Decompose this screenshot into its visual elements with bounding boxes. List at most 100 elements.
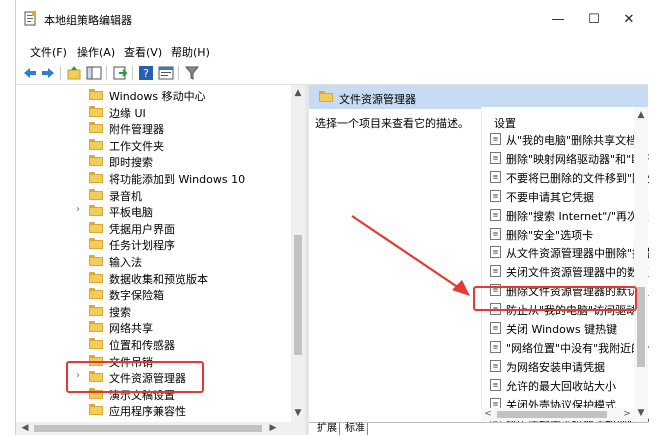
tree-item[interactable]: 网络共享	[16, 319, 281, 335]
scroll-up-icon[interactable]: ▲	[291, 87, 305, 100]
scroll-thumb[interactable]	[497, 411, 607, 418]
tree-horizontal-scrollbar[interactable]: ◀ ▶	[16, 422, 305, 435]
scroll-right-icon[interactable]: ▶	[266, 422, 280, 435]
settings-column-header[interactable]: 设置	[494, 115, 516, 131]
export-icon[interactable]	[112, 65, 128, 81]
setting-row[interactable]: ≡ 删除"搜索 Internet"/"再次搜索"	[490, 207, 649, 223]
tree-item-label: Windows 移动中心	[109, 90, 206, 103]
tree-item[interactable]: 应用程序兼容性	[16, 402, 281, 418]
scroll-up-icon[interactable]: ▲	[634, 109, 648, 122]
settings-pane-title: 文件资源管理器	[339, 93, 416, 106]
scroll-left-icon[interactable]: ◀	[18, 422, 32, 435]
setting-row[interactable]: ≡ 从文件资源管理器中删除"搜索"	[490, 244, 649, 260]
policy-setting-icon: ≡	[490, 378, 501, 391]
policy-setting-icon: ≡	[490, 322, 501, 334]
scroll-thumb[interactable]	[294, 235, 302, 355]
filter-icon[interactable]	[184, 65, 200, 81]
tree-item[interactable]: 附件管理器	[16, 120, 281, 136]
policy-setting-icon: ≡	[490, 265, 501, 278]
tab-standard[interactable]: 标准	[343, 423, 368, 435]
settings-vertical-scrollbar[interactable]: ▲ ▼	[634, 107, 648, 422]
minimize-button[interactable]: —	[548, 10, 568, 30]
help-icon[interactable]: ?	[138, 65, 154, 81]
scroll-thumb[interactable]	[637, 287, 645, 367]
folder-icon	[89, 221, 103, 233]
setting-row[interactable]: ≡ 关闭文件资源管理器中的数值排序	[490, 263, 649, 279]
tree-item[interactable]: 录音机	[16, 187, 281, 203]
setting-row[interactable]: ≡ 删除"映射网络驱动器"和"断开网	[490, 150, 649, 166]
folder-icon	[89, 122, 103, 134]
app-icon	[24, 11, 36, 26]
scroll-down-icon[interactable]: ▼	[291, 407, 305, 420]
setting-label: 从文件资源管理器中删除"搜索"	[506, 247, 649, 261]
setting-label: 不要将已删除的文件移到"回收站	[506, 171, 649, 185]
folder-icon	[89, 188, 103, 200]
back-icon[interactable]	[22, 65, 38, 81]
menu-help[interactable]: 帮助(H)	[171, 44, 210, 60]
menu-action[interactable]: 操作(A)	[77, 44, 115, 60]
window-title: 本地组策略编辑器	[44, 14, 132, 27]
folder-icon	[89, 238, 103, 250]
setting-row[interactable]: ≡ 允许的最大回收站大小	[490, 377, 649, 393]
setting-label: 删除"搜索 Internet"/"再次搜索"	[506, 209, 649, 223]
setting-row[interactable]: ≡ 不要申请其它凭据	[490, 188, 649, 204]
tree-item[interactable]: 工作文件夹	[16, 137, 281, 153]
folder-icon	[89, 155, 103, 167]
scroll-thumb[interactable]	[34, 425, 262, 432]
setting-label: 关闭文件资源管理器中的数值排序	[506, 266, 649, 280]
folder-icon	[89, 271, 103, 283]
tree-item[interactable]: 位置和传感器	[16, 336, 281, 352]
tree-item[interactable]: 边缘 UI	[16, 104, 281, 120]
setting-label: 不要申请其它凭据	[506, 190, 594, 204]
menu-file[interactable]: 文件(F)	[30, 44, 67, 60]
tree-item[interactable]: Windows 移动中心	[16, 87, 281, 103]
tree-item-label: 附件管理器	[109, 123, 164, 137]
settings-list: 设置 ≡ 从"我的电脑"删除共享文档 ≡ 删除"映射网络驱动器"和"断开网 ≡ 不要将已删…	[481, 107, 649, 422]
folder-icon	[89, 205, 103, 217]
tree-item-label: 搜索	[109, 305, 131, 319]
close-button[interactable]: ✕	[619, 10, 639, 30]
tree-item[interactable]: 搜索	[16, 303, 281, 319]
chevron-right-icon[interactable]: ›	[76, 204, 80, 215]
folder-icon	[89, 172, 103, 183]
tree-item[interactable]: 即时搜索	[16, 153, 281, 169]
menu-view[interactable]: 查看(V)	[124, 44, 162, 60]
setting-row[interactable]: ≡ 从"我的电脑"删除共享文档	[490, 131, 649, 147]
policy-setting-icon: ≡	[490, 208, 501, 221]
show-tree-icon[interactable]	[86, 65, 102, 81]
scroll-right-icon[interactable]: >	[620, 408, 634, 421]
tree-item[interactable]: 凭据用户界面	[16, 220, 281, 236]
scroll-left-icon[interactable]: <	[481, 408, 495, 421]
toolbar-separator	[178, 66, 179, 80]
tree-item-label: 即时搜索	[109, 156, 153, 170]
setting-row[interactable]: ≡ 删除"安全"选项卡	[490, 226, 649, 242]
setting-row[interactable]: ≡ 不要将已删除的文件移到"回收站	[490, 169, 649, 185]
tree-item[interactable]: 数据收集和预览版本	[16, 270, 281, 286]
scroll-down-icon[interactable]: ▼	[634, 407, 648, 420]
tree-highlight-box	[66, 361, 204, 393]
toolbar: ?	[16, 62, 648, 85]
settings-horizontal-scrollbar[interactable]: < >	[481, 408, 634, 421]
tree-item-label: 数据收集和预览版本	[109, 272, 208, 286]
folder-icon	[89, 89, 103, 100]
setting-row[interactable]: ≡ 关闭 Windows 键热键	[490, 320, 649, 336]
setting-label: 删除"安全"选项卡	[506, 228, 594, 242]
tree-item[interactable]: 输入法	[16, 253, 281, 269]
tree-item[interactable]: 将功能添加到 Windows 10	[16, 170, 281, 186]
properties-icon[interactable]	[158, 65, 174, 81]
maximize-button[interactable]: ☐	[584, 10, 604, 30]
forward-icon[interactable]	[40, 65, 56, 81]
tab-extended[interactable]: 扩展	[315, 423, 340, 435]
setting-row[interactable]: ≡ 为网络安装申请凭据	[490, 358, 649, 374]
toolbar-separator	[60, 66, 61, 80]
tree-item-label: 录音机	[109, 189, 142, 203]
tree-item[interactable]: 任务计划程序	[16, 236, 281, 252]
tree-item-label: 将功能添加到 Windows 10	[109, 173, 246, 186]
up-folder-icon[interactable]	[66, 65, 82, 81]
tree-vertical-scrollbar[interactable]: ▲ ▼	[291, 85, 305, 422]
folder-icon	[89, 255, 103, 266]
tree-item[interactable]: › 平板电脑	[16, 203, 281, 219]
tree-item[interactable]: 数字保险箱	[16, 286, 281, 302]
tree-item-label: 任务计划程序	[109, 239, 175, 253]
setting-row[interactable]: ≡ "网络位置"中没有"我附近的计算	[490, 339, 649, 355]
